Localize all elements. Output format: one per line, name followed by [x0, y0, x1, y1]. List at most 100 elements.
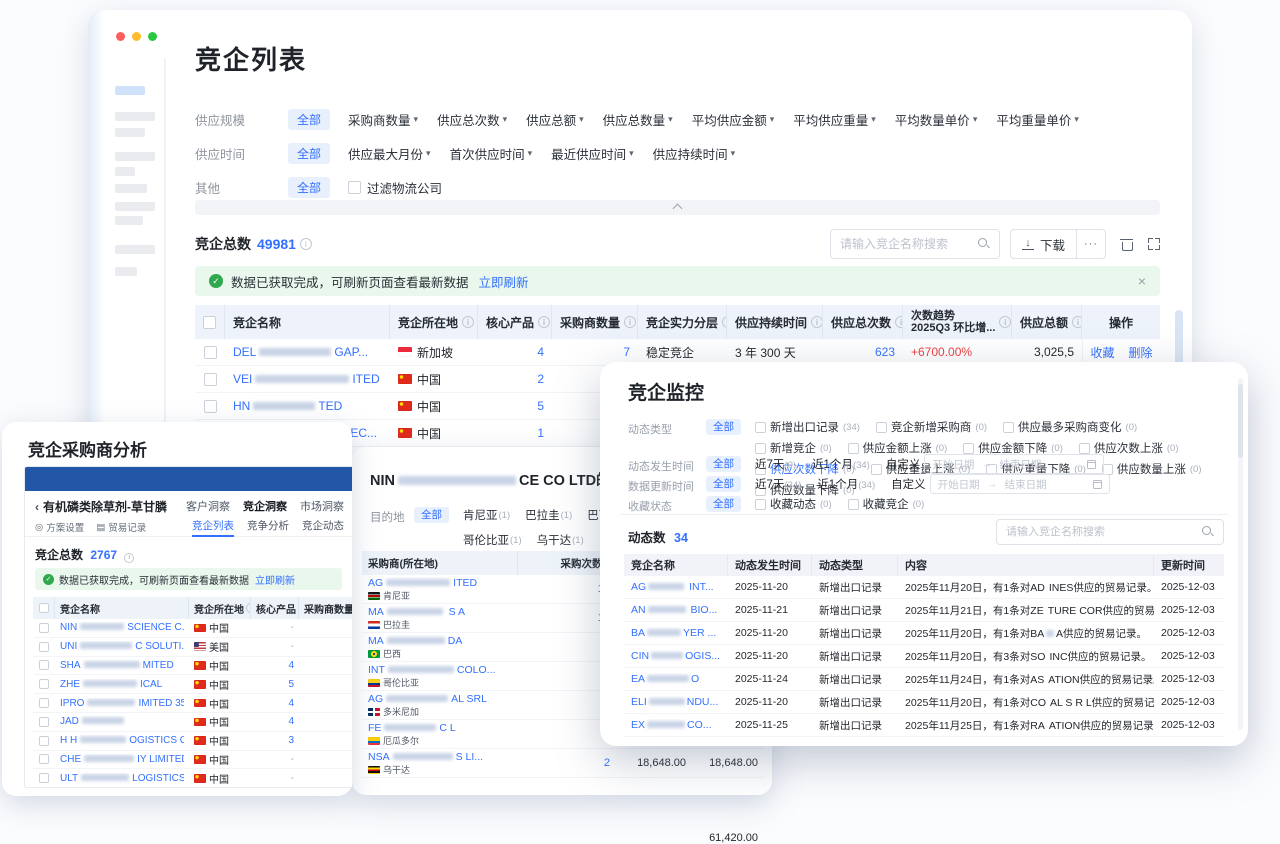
date-range-input[interactable]: 开始日期→结束日期 — [930, 474, 1110, 494]
checkbox-icon[interactable] — [963, 443, 974, 454]
minimize-dot-icon[interactable] — [132, 32, 141, 41]
company-link[interactable]: CHEIY LIMITED — [60, 754, 184, 765]
back-icon[interactable]: ‹ — [35, 500, 39, 514]
destination-uganda[interactable]: 乌干达(1) — [537, 532, 584, 548]
filter-dropdown-avg-qty-price[interactable]: 平均数量单价▾ — [895, 110, 978, 129]
filter-all-chip[interactable]: 全部 — [288, 143, 330, 164]
plan-settings-button[interactable]: ◎方案设置 — [35, 520, 84, 534]
search-box[interactable] — [996, 519, 1224, 545]
core-count-link[interactable]: 5 — [288, 679, 294, 690]
row-checkbox[interactable] — [204, 400, 217, 413]
filter-all-chip[interactable]: 全部 — [706, 419, 741, 435]
row-checkbox[interactable] — [39, 736, 49, 746]
company-link[interactable]: ELINDU... — [631, 696, 718, 708]
company-link[interactable]: AN BIO... — [631, 604, 717, 616]
buyer-link[interactable]: MADA — [368, 635, 462, 647]
row-checkbox[interactable] — [39, 717, 49, 727]
checkbox-icon[interactable] — [755, 422, 766, 433]
type-qty-up[interactable]: 供应数量上涨(0) — [1102, 461, 1202, 477]
filter-dropdown-supply-amount[interactable]: 供应总额▾ — [526, 110, 584, 129]
close-icon[interactable]: × — [1138, 273, 1146, 289]
filter-dropdown-first-supply[interactable]: 首次供应时间▾ — [450, 144, 533, 163]
expand-icon[interactable] — [1148, 238, 1160, 250]
times-link[interactable]: 623 — [875, 345, 895, 359]
checkbox-icon[interactable] — [348, 181, 361, 194]
filter-all-chip[interactable]: 全部 — [706, 496, 741, 512]
scrollbar-thumb[interactable] — [1238, 384, 1243, 458]
company-link[interactable]: BAYER ... — [631, 627, 716, 639]
row-checkbox[interactable] — [39, 754, 49, 764]
buyer-link[interactable]: FEC L — [368, 722, 456, 734]
checkbox-icon[interactable] — [848, 443, 859, 454]
close-dot-icon[interactable] — [116, 32, 125, 41]
company-link[interactable]: SHAMITED — [60, 660, 174, 671]
maximize-dot-icon[interactable] — [148, 32, 157, 41]
subtab-competitor-activity[interactable]: 竞企动态 — [302, 518, 344, 537]
type-top-buyer-change[interactable]: 供应最多采购商变化(0) — [1003, 419, 1137, 435]
core-count-link[interactable]: 1 — [537, 426, 544, 440]
select-all-checkbox[interactable] — [203, 316, 216, 329]
company-link[interactable]: EXCO... — [631, 719, 712, 731]
filter-dropdown-supply-qty[interactable]: 供应总数量▾ — [603, 110, 673, 129]
select-all-checkbox[interactable] — [39, 603, 49, 613]
scrollbar-track[interactable] — [1238, 378, 1243, 730]
fav-competitor[interactable]: 收藏竞企(0) — [848, 496, 925, 512]
row-checkbox[interactable] — [39, 623, 49, 633]
search-icon[interactable] — [978, 238, 990, 250]
company-link[interactable]: VEIITED — [233, 372, 380, 386]
filter-dropdown-buyer-count[interactable]: 采购商数量▾ — [348, 110, 418, 129]
custom-label[interactable]: 自定义 — [886, 456, 921, 472]
buyer-link[interactable]: INTCOLO... — [368, 664, 495, 676]
company-link[interactable]: CINOGIS... — [631, 650, 720, 662]
row-checkbox[interactable] — [204, 346, 217, 359]
update-1month[interactable]: 近1个月(34) — [817, 476, 875, 492]
buyer-count-link[interactable]: 7 — [623, 345, 630, 359]
checkbox-icon[interactable] — [848, 499, 859, 510]
row-checkbox[interactable] — [204, 373, 217, 386]
filter-dropdown-supply-times[interactable]: 供应总次数▾ — [437, 110, 507, 129]
checkbox-icon[interactable] — [1079, 443, 1090, 454]
row-checkbox[interactable] — [39, 698, 49, 708]
type-new-competitor[interactable]: 新增竞企(0) — [755, 440, 832, 456]
company-link[interactable]: UNIC SOLUTI... — [60, 641, 184, 652]
filter-dropdown-supply-duration[interactable]: 供应持续时间▾ — [653, 144, 736, 163]
company-link[interactable]: NINSCIENCE C... — [60, 622, 184, 633]
row-checkbox[interactable] — [39, 642, 49, 652]
buyer-link[interactable]: AGAL SRL — [368, 693, 487, 705]
checkbox-icon[interactable] — [1003, 422, 1014, 433]
core-count-link[interactable]: 2 — [537, 372, 544, 386]
type-new-export[interactable]: 新增出口记录(34) — [755, 419, 860, 435]
custom-label[interactable]: 自定义 — [891, 476, 926, 492]
window-controls[interactable] — [116, 32, 157, 41]
core-count-link[interactable]: 4 — [537, 345, 544, 359]
core-count-link[interactable]: 4 — [288, 716, 294, 727]
collapse-filter-bar[interactable] — [195, 200, 1160, 215]
trash-icon[interactable] — [1121, 238, 1133, 251]
more-button[interactable]: ··· — [1077, 229, 1106, 259]
core-count-link[interactable]: 4 — [288, 660, 294, 671]
date-range-input[interactable]: 开始日期→结束日期 — [924, 454, 1104, 474]
checkbox-icon[interactable] — [876, 422, 887, 433]
filter-dropdown-avg-amount[interactable]: 平均供应金额▾ — [692, 110, 775, 129]
search-icon[interactable] — [1202, 526, 1214, 538]
filter-all-chip[interactable]: 全部 — [414, 507, 449, 523]
filter-all-chip[interactable]: 全部 — [288, 109, 330, 130]
download-button[interactable]: ↓ 下载 — [1010, 229, 1077, 259]
company-link[interactable]: H HOGISTICS C... — [60, 735, 184, 746]
company-link[interactable]: JAD — [60, 716, 127, 727]
search-input[interactable] — [1006, 526, 1202, 538]
tab-competitor-insight[interactable]: 竞企洞察 — [243, 498, 287, 514]
update-7days[interactable]: 近7天(34) — [755, 476, 801, 492]
occur-1month[interactable]: 近1个月(34) — [812, 456, 870, 472]
search-input[interactable] — [840, 237, 978, 251]
filter-dropdown-max-month[interactable]: 供应最大月份▾ — [348, 144, 431, 163]
filter-all-chip[interactable]: 全部 — [706, 476, 741, 492]
filter-dropdown-latest-supply[interactable]: 最近供应时间▾ — [551, 144, 634, 163]
filter-all-chip[interactable]: 全部 — [288, 177, 330, 198]
row-checkbox[interactable] — [39, 679, 49, 689]
company-link[interactable]: ZHEICAL — [60, 679, 162, 690]
filter-dropdown-avg-weight-price[interactable]: 平均重量单价▾ — [996, 110, 1079, 129]
subtab-competitor-list[interactable]: 竞企列表 — [192, 518, 234, 537]
destination-colombia[interactable]: 哥伦比亚(1) — [463, 532, 522, 548]
company-link[interactable]: ULTLOGISTICS ... — [60, 773, 184, 784]
